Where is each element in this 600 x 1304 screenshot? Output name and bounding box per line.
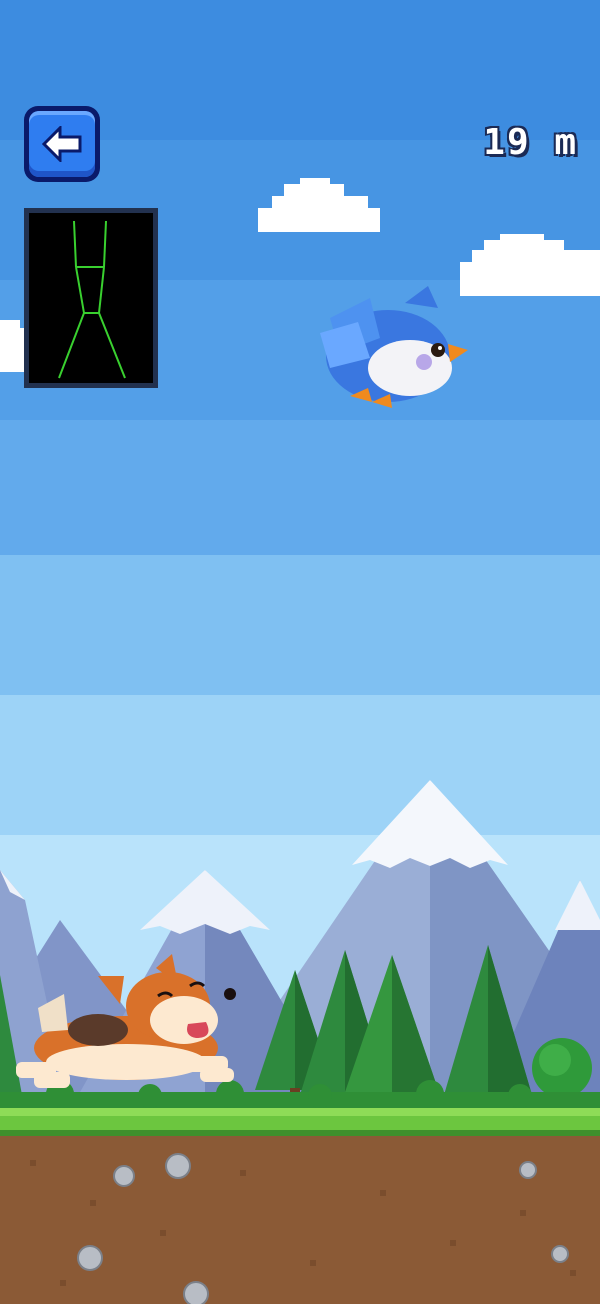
cloud <box>460 234 600 296</box>
game-scene: 19 m <box>0 0 600 1304</box>
blue-bird-sprite <box>320 286 468 408</box>
pose-camera-panel <box>24 208 158 388</box>
back-button[interactable] <box>24 106 100 182</box>
arrow-left-icon <box>42 126 82 162</box>
cloud <box>258 178 380 232</box>
scenery <box>0 178 600 1304</box>
back-button-face <box>29 111 95 177</box>
distance-unit: m <box>554 122 578 163</box>
corgi-sprite <box>16 954 236 1088</box>
distance-counter: 19 m <box>483 122 578 163</box>
distance-value: 19 <box>483 122 531 163</box>
skeleton-pose-icon <box>58 220 126 379</box>
soil <box>0 1136 600 1304</box>
